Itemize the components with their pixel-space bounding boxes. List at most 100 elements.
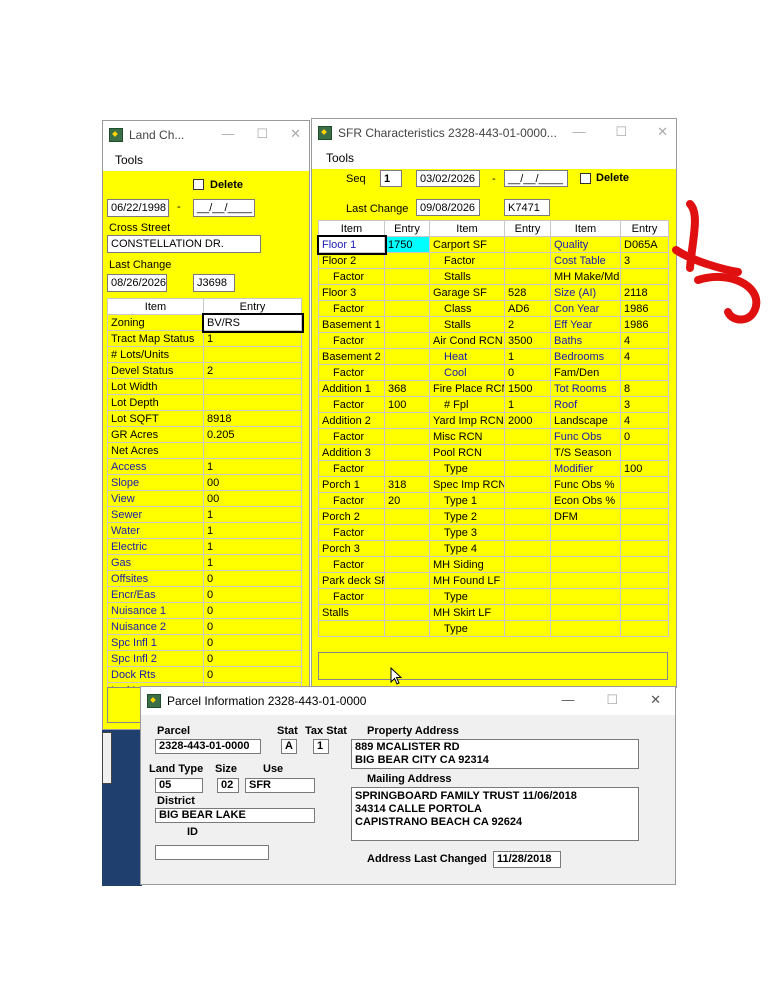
entry-cell[interactable]: 1 (203, 330, 302, 347)
start-date-field[interactable]: 06/22/1998 (107, 199, 169, 217)
id-field[interactable] (155, 845, 269, 860)
maximize-icon[interactable]: ☐ (256, 126, 268, 142)
entry-cell[interactable]: 20 (384, 492, 430, 509)
entry-cell[interactable]: 4 (620, 412, 669, 429)
close-icon[interactable]: ✕ (290, 126, 301, 142)
entry-cell[interactable] (384, 620, 430, 637)
entry-cell[interactable]: 1 (203, 522, 302, 539)
entry-cell[interactable] (504, 572, 551, 589)
entry-cell[interactable] (203, 442, 302, 459)
entry-cell[interactable]: 4 (620, 332, 669, 349)
entry-cell[interactable]: 2000 (504, 412, 551, 429)
entry-cell[interactable]: 1986 (620, 300, 669, 317)
entry-cell[interactable] (384, 460, 430, 477)
sfr-title-bar[interactable]: SFR Characteristics 2328-443-01-0000... … (312, 119, 676, 147)
entry-cell[interactable]: 3 (620, 252, 669, 269)
delete-checkbox[interactable] (193, 179, 204, 190)
entry-cell[interactable] (384, 428, 430, 445)
entry-cell[interactable]: 100 (620, 460, 669, 477)
entry-cell[interactable] (504, 476, 551, 493)
entry-cell[interactable] (384, 316, 430, 333)
minimize-icon[interactable]: — (221, 126, 234, 142)
entry-cell[interactable]: 00 (203, 490, 302, 507)
entry-cell[interactable]: 0 (620, 428, 669, 445)
entry-cell[interactable]: 0 (203, 634, 302, 651)
entry-cell[interactable]: 368 (384, 380, 430, 397)
maximize-icon[interactable]: ☐ (615, 124, 627, 140)
entry-cell[interactable] (504, 268, 551, 285)
entry-cell[interactable]: 4 (620, 348, 669, 365)
entry-cell[interactable]: 3 (620, 396, 669, 413)
entry-cell[interactable] (620, 604, 669, 621)
entry-cell[interactable]: 0 (504, 364, 551, 381)
entry-cell[interactable] (504, 444, 551, 461)
entry-cell[interactable] (384, 444, 430, 461)
column-header-item[interactable]: Item (318, 220, 385, 237)
entry-cell[interactable] (504, 460, 551, 477)
property-address-field[interactable]: 889 MCALISTER RD BIG BEAR CITY CA 92314 (351, 739, 639, 769)
address-last-changed-field[interactable]: 11/28/2018 (493, 851, 561, 868)
entry-cell[interactable] (620, 492, 669, 509)
entry-cell[interactable] (504, 524, 551, 541)
minimize-icon[interactable]: — (561, 692, 574, 708)
entry-cell[interactable]: 0.205 (203, 426, 302, 443)
entry-cell[interactable] (384, 300, 430, 317)
entry-cell[interactable] (504, 588, 551, 605)
entry-cell[interactable]: AD6 (504, 300, 551, 317)
entry-cell[interactable]: 00 (203, 474, 302, 491)
entry-cell[interactable] (620, 540, 669, 557)
entry-cell[interactable]: 0 (203, 570, 302, 587)
entry-cell[interactable] (384, 556, 430, 573)
entry-cell[interactable]: 528 (504, 284, 551, 301)
tax-stat-field[interactable]: 1 (313, 739, 329, 754)
entry-cell[interactable]: 2 (203, 362, 302, 379)
entry-cell[interactable] (203, 346, 302, 363)
entry-cell[interactable]: 2 (504, 316, 551, 333)
column-header-item[interactable]: Item (550, 220, 621, 237)
entry-cell[interactable]: BV/RS (201, 312, 304, 333)
last-change-user-field[interactable]: K7471 (504, 199, 550, 216)
entry-cell[interactable] (504, 556, 551, 573)
entry-cell[interactable] (504, 252, 551, 269)
entry-cell[interactable] (504, 428, 551, 445)
entry-cell[interactable] (620, 556, 669, 573)
end-date-field[interactable]: __/__/____ (504, 170, 568, 187)
entry-cell[interactable]: 0 (203, 618, 302, 635)
entry-cell[interactable]: 0 (203, 602, 302, 619)
entry-cell[interactable] (384, 508, 430, 525)
close-icon[interactable]: ✕ (657, 124, 668, 140)
entry-cell[interactable]: 1 (203, 538, 302, 555)
column-header-item[interactable]: Item (429, 220, 505, 237)
entry-cell[interactable] (203, 378, 302, 395)
entry-cell[interactable]: 2118 (620, 284, 669, 301)
seq-field[interactable]: 1 (380, 170, 402, 187)
cross-street-field[interactable]: CONSTELLATION DR. (107, 235, 261, 253)
entry-cell[interactable]: 0 (203, 666, 302, 683)
entry-cell[interactable] (384, 588, 430, 605)
entry-cell[interactable] (384, 572, 430, 589)
entry-cell[interactable] (384, 268, 430, 285)
entry-cell[interactable] (620, 508, 669, 525)
entry-cell[interactable] (384, 524, 430, 541)
entry-cell[interactable] (384, 332, 430, 349)
entry-cell[interactable] (504, 604, 551, 621)
stat-field[interactable]: A (281, 739, 297, 754)
column-header-entry[interactable]: Entry (504, 220, 551, 237)
entry-cell[interactable]: 1 (504, 396, 551, 413)
delete-checkbox[interactable] (580, 173, 591, 184)
column-header-item[interactable]: Item (107, 298, 204, 315)
entry-cell[interactable]: 1 (504, 348, 551, 365)
entry-cell[interactable] (384, 412, 430, 429)
entry-cell[interactable]: 8 (620, 380, 669, 397)
entry-cell[interactable] (620, 620, 669, 637)
entry-cell[interactable] (620, 268, 669, 285)
land-type-field[interactable]: 05 (155, 778, 203, 793)
use-field[interactable]: SFR (245, 778, 315, 793)
entry-cell[interactable]: 8918 (203, 410, 302, 427)
last-change-date-field[interactable]: 09/08/2026 (416, 199, 480, 216)
entry-cell[interactable]: 1500 (504, 380, 551, 397)
parcel-number-field[interactable]: 2328-443-01-0000 (155, 739, 261, 754)
entry-cell[interactable] (203, 394, 302, 411)
entry-cell[interactable]: 1 (203, 506, 302, 523)
parcel-title-bar[interactable]: Parcel Information 2328-443-01-0000 — ☐ … (141, 687, 675, 715)
